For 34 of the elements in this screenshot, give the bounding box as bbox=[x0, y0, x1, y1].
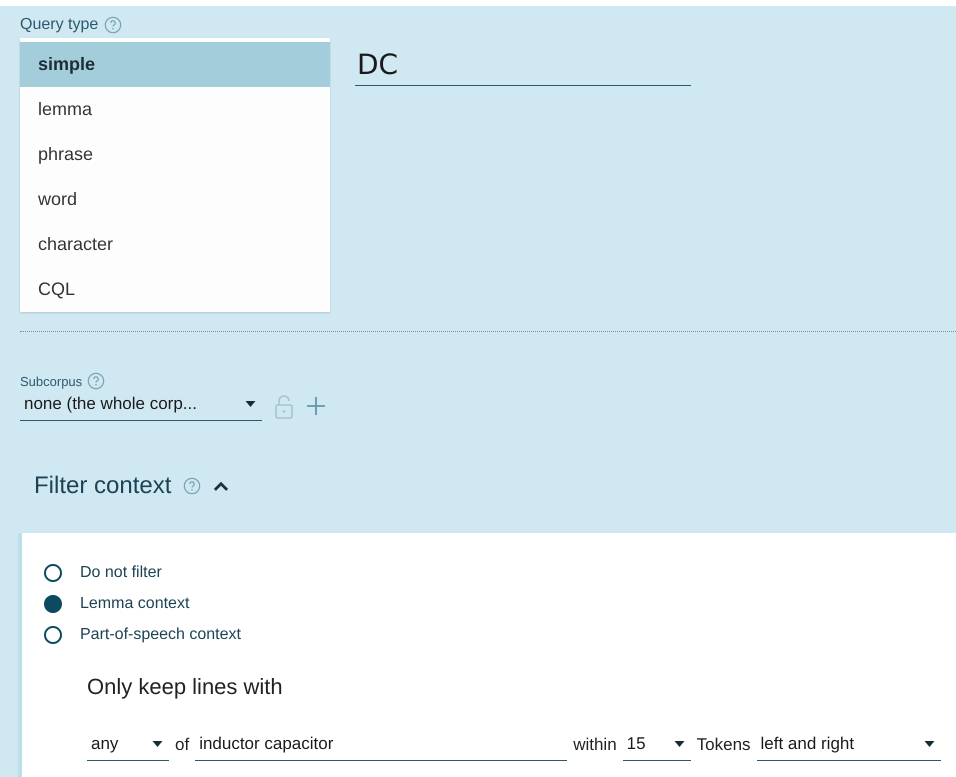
of-label: of bbox=[175, 735, 190, 756]
query-type-option[interactable]: CQL bbox=[20, 267, 330, 312]
query-type-option[interactable]: word bbox=[20, 177, 330, 222]
direction-select[interactable]: left and right bbox=[756, 732, 941, 761]
tokens-label: Tokens bbox=[696, 735, 751, 756]
within-label: within bbox=[573, 735, 617, 756]
query-type-option[interactable]: phrase bbox=[20, 132, 330, 177]
collapse-icon[interactable] bbox=[213, 481, 230, 491]
subcorpus-select[interactable]: none (the whole corp... bbox=[20, 392, 262, 421]
radio-label[interactable]: Part-of-speech context bbox=[80, 626, 241, 644]
radio-button[interactable] bbox=[44, 564, 62, 582]
section-title: Filter context bbox=[34, 472, 172, 500]
help-icon[interactable] bbox=[104, 16, 122, 34]
caret-icon bbox=[245, 401, 256, 407]
field-label: Query type bbox=[20, 16, 98, 34]
lock-icon[interactable] bbox=[274, 394, 294, 420]
distance-select[interactable]: 15 bbox=[622, 732, 691, 761]
caret-icon bbox=[152, 741, 163, 747]
quantifier-select[interactable]: any bbox=[87, 732, 169, 761]
lemma-input[interactable]: inductor capacitor bbox=[195, 732, 568, 761]
query-type-option[interactable]: character bbox=[20, 222, 330, 267]
radio-label[interactable]: Lemma context bbox=[80, 594, 190, 612]
caret-icon bbox=[924, 741, 935, 747]
query-type-option[interactable]: simple bbox=[20, 42, 330, 87]
help-icon[interactable] bbox=[87, 372, 106, 390]
subheading: Only keep lines with bbox=[87, 674, 284, 700]
query-input[interactable]: DC bbox=[355, 44, 691, 86]
radio-button[interactable] bbox=[44, 594, 62, 612]
caret-icon bbox=[674, 741, 685, 747]
query-type-option[interactable]: lemma bbox=[20, 87, 330, 132]
radio-label[interactable]: Do not filter bbox=[80, 564, 162, 582]
radio-button[interactable] bbox=[44, 626, 62, 644]
field-label: Subcorpus bbox=[20, 374, 82, 388]
help-icon[interactable] bbox=[183, 477, 202, 495]
